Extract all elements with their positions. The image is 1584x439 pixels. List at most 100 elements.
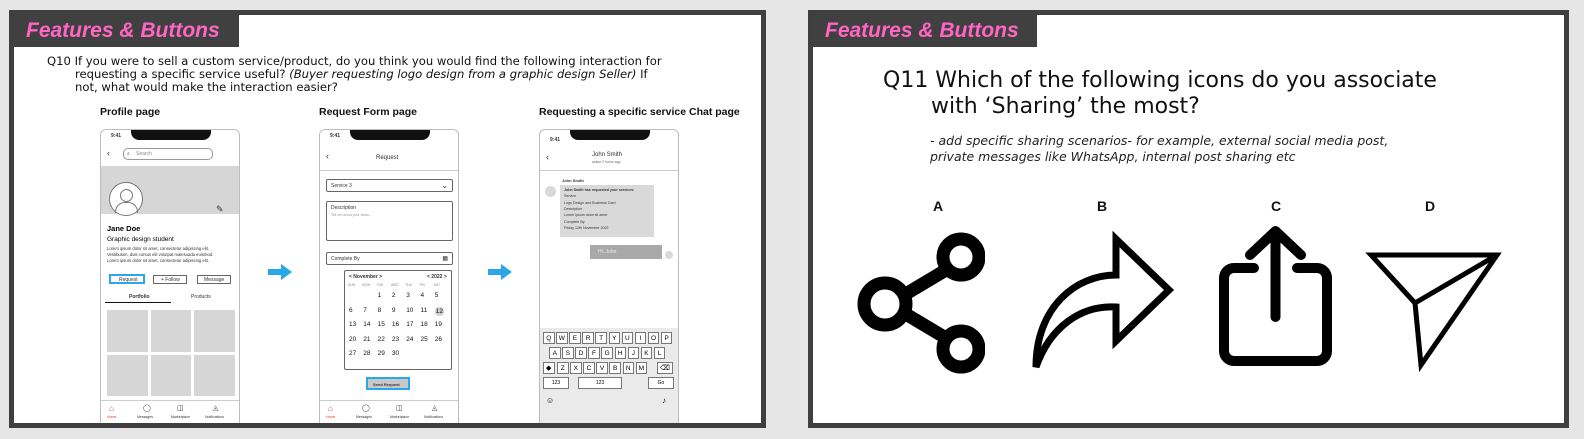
forward-arrow-icon[interactable]	[1026, 227, 1176, 377]
key[interactable]: Q	[543, 332, 555, 344]
calendar-day[interactable]: 2	[392, 292, 396, 299]
portfolio-tile[interactable]	[194, 310, 235, 352]
calendar-day[interactable]: 28	[363, 350, 370, 357]
calendar-day[interactable]: 10	[406, 307, 413, 314]
key[interactable]: Z	[557, 362, 569, 374]
follow-button[interactable]: + Follow	[153, 275, 187, 284]
key[interactable]: H	[614, 347, 626, 359]
key[interactable]: E	[569, 332, 581, 344]
calendar-day[interactable]: 16	[392, 321, 399, 328]
backspace-key[interactable]: ⌫	[657, 362, 673, 374]
key[interactable]: X	[570, 362, 582, 374]
calendar-day[interactable]: 13	[349, 321, 356, 328]
calendar-day[interactable]: 1	[378, 292, 382, 299]
emoji-icon[interactable]: ☺	[546, 396, 554, 405]
key[interactable]: M	[635, 362, 648, 374]
message-line: Service	[564, 194, 576, 199]
key[interactable]: S	[562, 347, 574, 359]
calendar-day[interactable]: 30	[392, 350, 399, 357]
calendar-day[interactable]: 29	[378, 350, 385, 357]
portfolio-tile[interactable]	[150, 354, 192, 396]
key[interactable]: F	[588, 347, 600, 359]
message-button[interactable]: Message	[197, 275, 231, 284]
calendar-day[interactable]: 23	[392, 336, 399, 343]
calendar-day[interactable]: 26	[435, 336, 442, 343]
key[interactable]: T	[595, 332, 607, 344]
calendar-day[interactable]: 8	[378, 307, 382, 314]
key[interactable]: L	[653, 347, 666, 359]
numbers-key[interactable]: 123	[543, 377, 569, 389]
home-icon[interactable]: ⌂	[109, 404, 114, 413]
key[interactable]: N	[622, 362, 634, 374]
key[interactable]: K	[640, 347, 653, 359]
home-icon[interactable]: ⌂	[328, 404, 333, 413]
portfolio-tile[interactable]	[107, 354, 148, 396]
calendar-day[interactable]: 18	[421, 321, 428, 328]
calendar-day[interactable]: 14	[363, 321, 370, 328]
calendar-day[interactable]: 12	[434, 306, 445, 316]
share-nodes-icon[interactable]	[855, 227, 985, 377]
back-icon[interactable]: ‹	[326, 151, 329, 161]
marketplace-icon[interactable]: ◫	[177, 404, 184, 412]
back-icon[interactable]: ‹	[546, 152, 549, 162]
paper-plane-icon[interactable]	[1365, 247, 1505, 372]
calendar-day[interactable]: 11	[421, 307, 428, 314]
send-request-button[interactable]: Send Request	[366, 377, 410, 390]
go-key[interactable]: Go	[648, 377, 674, 389]
search-input[interactable]: ⌕ Search	[123, 148, 213, 160]
edit-pencil-icon[interactable]: ✎	[216, 204, 224, 215]
month-selector[interactable]: < November >	[349, 274, 382, 280]
key[interactable]: P	[660, 332, 673, 344]
calendar-day[interactable]: 19	[435, 321, 442, 328]
back-icon[interactable]: ‹	[107, 148, 110, 158]
portfolio-tile[interactable]	[107, 310, 148, 352]
request-button[interactable]: Request	[109, 274, 145, 284]
calendar-day[interactable]: 6	[349, 307, 353, 314]
key[interactable]: J	[627, 347, 640, 359]
calendar-day[interactable]: 7	[363, 307, 367, 314]
numbers-key[interactable]: 123	[578, 377, 622, 389]
notifications-icon[interactable]: ◬	[213, 404, 218, 412]
calendar-day[interactable]: 21	[363, 336, 370, 343]
shift-key[interactable]: ◆	[543, 362, 555, 374]
calendar-day[interactable]: 24	[406, 336, 413, 343]
calendar-day[interactable]: 17	[406, 321, 413, 328]
calendar-picker[interactable]: < November > < 2022 > SUN MON TUE WED THU FRI…	[344, 270, 452, 370]
marketplace-icon[interactable]: ◫	[396, 404, 403, 412]
upload-box-icon[interactable]	[1218, 223, 1333, 368]
key[interactable]: V	[596, 362, 608, 374]
tab-portfolio[interactable]: Portfolio	[129, 294, 150, 300]
key[interactable]: D	[575, 347, 587, 359]
key[interactable]: O	[647, 332, 660, 344]
calendar-day[interactable]: 27	[349, 350, 356, 357]
key[interactable]: G	[601, 347, 613, 359]
key[interactable]: U	[621, 332, 634, 344]
complete-by-field[interactable]: Complete By ▦	[326, 252, 453, 265]
notifications-icon[interactable]: ◬	[432, 404, 437, 412]
service-select[interactable]: Service 3 ⌄	[326, 179, 453, 192]
calendar-day[interactable]: 15	[378, 321, 385, 328]
microphone-icon[interactable]: ♪	[662, 396, 666, 405]
key[interactable]: A	[549, 347, 561, 359]
portfolio-tile[interactable]	[194, 354, 235, 396]
calendar-day[interactable]: 25	[421, 336, 428, 343]
messages-icon[interactable]: ◯	[143, 404, 151, 412]
messages-icon[interactable]: ◯	[362, 404, 370, 412]
tab-products[interactable]: Products	[191, 294, 211, 300]
key[interactable]: I	[634, 332, 647, 344]
key[interactable]: B	[609, 362, 621, 374]
description-field[interactable]: Description Tell me about your ideas...	[326, 201, 453, 241]
key[interactable]: R	[582, 332, 594, 344]
calendar-day[interactable]: 9	[392, 307, 396, 314]
calendar-day[interactable]: 5	[435, 292, 439, 299]
calendar-day[interactable]: 4	[421, 292, 425, 299]
calendar-day[interactable]: 22	[378, 336, 385, 343]
calendar-day[interactable]: 20	[349, 336, 356, 343]
slide-banner: Features & Buttons	[14, 15, 239, 47]
portfolio-tile[interactable]	[150, 310, 192, 352]
key[interactable]: C	[583, 362, 595, 374]
calendar-day[interactable]: 3	[406, 292, 410, 299]
key[interactable]: Y	[608, 332, 620, 344]
key[interactable]: W	[556, 332, 568, 344]
year-selector[interactable]: < 2022 >	[427, 274, 447, 280]
